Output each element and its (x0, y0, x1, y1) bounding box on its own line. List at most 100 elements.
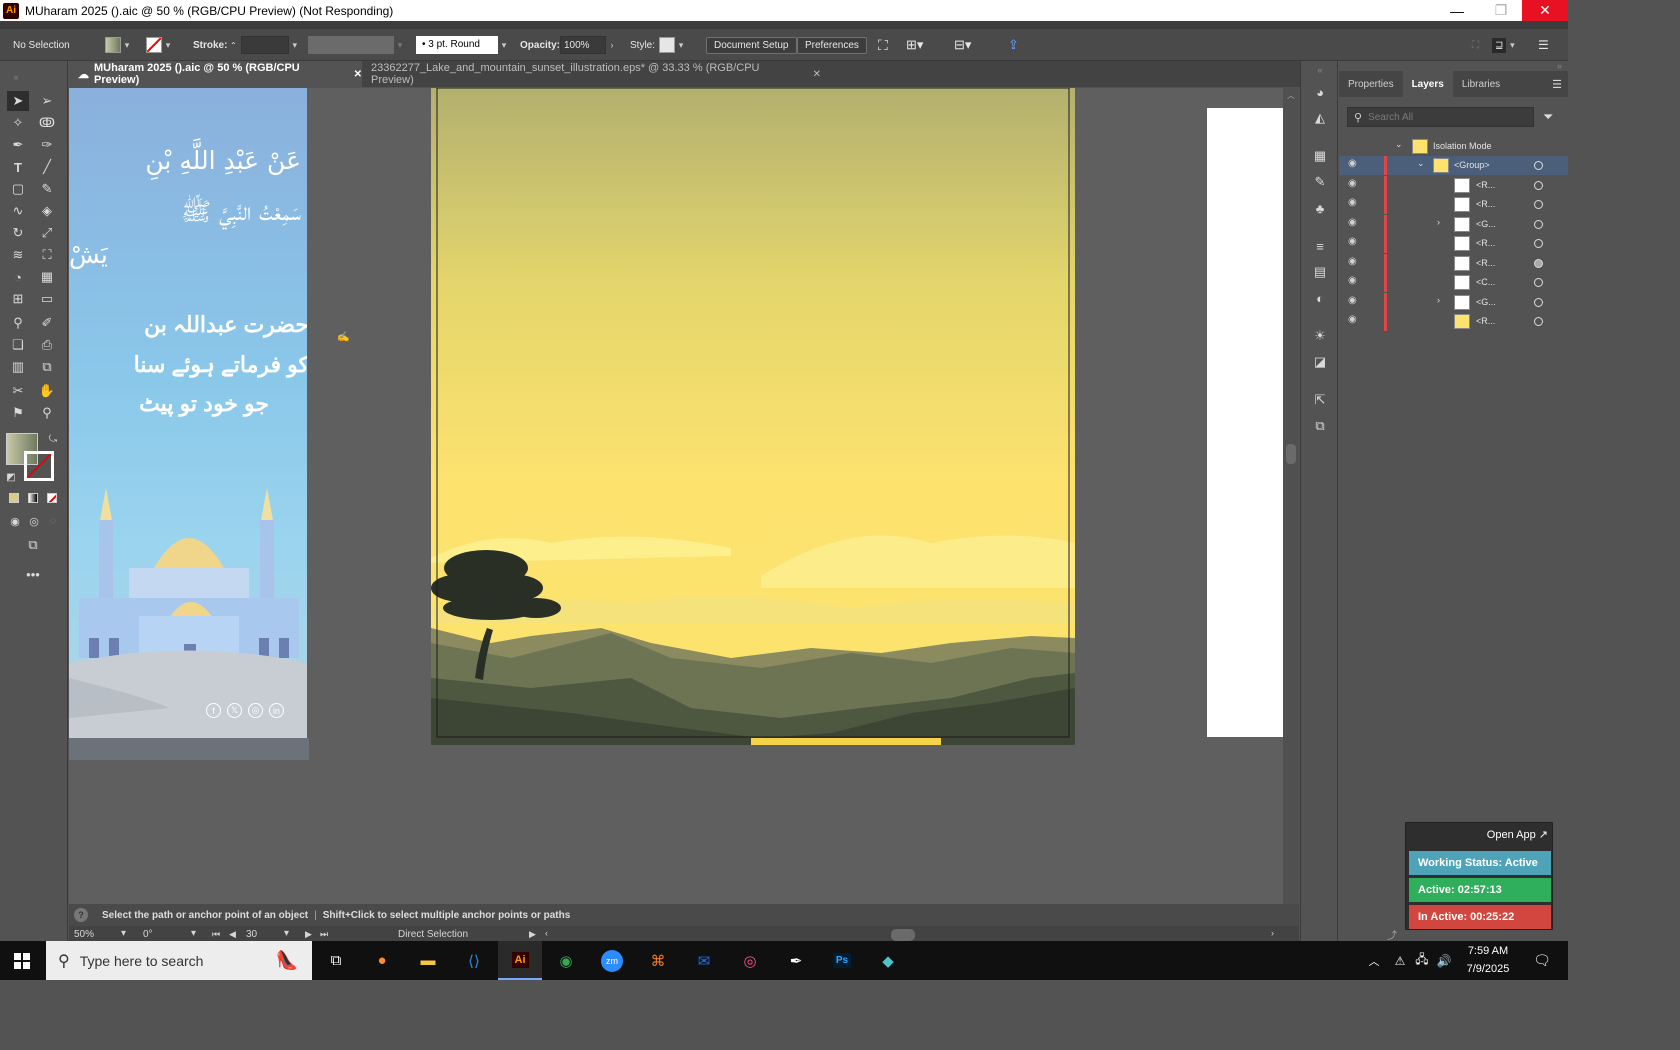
network-icon[interactable]: 🖧 (1412, 941, 1432, 980)
none-mode-icon[interactable] (47, 493, 57, 503)
more-tools-icon[interactable]: ••• (22, 564, 44, 584)
symbols-icon[interactable]: ♣ (1310, 199, 1330, 217)
share-icon[interactable]: ⇪ (1008, 29, 1019, 61)
symbol-sprayer-tool-icon[interactable]: ⎙ (36, 335, 58, 355)
draw-inside-icon[interactable]: ◌ (42, 511, 64, 531)
file-explorer-icon[interactable]: ▬ (406, 941, 450, 980)
layer-row[interactable]: ◉ ⌄ <Group> (1339, 156, 1568, 175)
target-circle-icon[interactable] (1534, 220, 1543, 229)
magic-wand-tool-icon[interactable]: ✧ (7, 113, 29, 133)
collapse-icon[interactable]: « (1310, 61, 1330, 79)
direct-selection-tool-icon[interactable]: ➢ (36, 91, 58, 111)
opacity-value[interactable]: 100% (560, 36, 606, 54)
task-view-icon[interactable]: ⧉ (314, 941, 358, 980)
close-tab-icon[interactable]: ✕ (354, 69, 362, 80)
sunset-illustration[interactable] (431, 88, 1075, 745)
target-circle-icon[interactable] (1534, 161, 1543, 170)
chevron-down-icon[interactable]: ▾ (675, 40, 687, 51)
chevron-down-icon[interactable]: ▾ (162, 40, 174, 51)
close-tab-icon[interactable]: ✕ (813, 69, 821, 80)
target-circle-icon[interactable] (1534, 317, 1543, 326)
stroke-panel-icon[interactable]: ≡ (1310, 237, 1330, 255)
default-colors-icon[interactable]: ◩ (0, 467, 22, 487)
selection-tool-icon[interactable]: ➤ (7, 91, 29, 111)
hand-tool-icon[interactable]: ✋ (36, 381, 58, 401)
filter-icon[interactable]: ⏷ (1543, 109, 1553, 125)
prev-artboard-icon[interactable]: ◀ (229, 929, 236, 940)
visibility-eye-icon[interactable]: ◉ (1348, 295, 1357, 306)
target-circle-icon[interactable] (1534, 181, 1543, 190)
color-panel-icon[interactable]: ◕ (1310, 83, 1330, 101)
column-graph-tool-icon[interactable]: ▥ (7, 357, 29, 377)
color-mode-icon[interactable] (9, 493, 19, 503)
scale-tool-icon[interactable]: ⤢ (36, 223, 58, 243)
layers-search-input[interactable]: ⚲ Search All (1347, 107, 1534, 127)
taskbar-search-input[interactable]: ⚲ Type here to search 👠 (46, 941, 312, 980)
appearance-icon[interactable]: ☀ (1310, 327, 1330, 345)
layer-row[interactable]: ◉ <R... (1339, 234, 1568, 253)
color-guide-icon[interactable]: ◭ (1310, 109, 1330, 127)
transform-icon[interactable]: ⊟▾ (954, 29, 971, 61)
scroll-left-icon[interactable]: ‹ (545, 928, 548, 938)
gradient-mode-icon[interactable] (28, 493, 38, 503)
tab-layers[interactable]: Layers (1402, 71, 1453, 97)
volume-icon[interactable]: 🔊 (1434, 941, 1454, 980)
help-icon[interactable]: ? (74, 908, 88, 922)
scroll-up-icon[interactable]: ︿ (1287, 90, 1295, 101)
gradient-panel-icon[interactable]: ▤ (1310, 263, 1330, 281)
windows-start-icon[interactable] (0, 941, 44, 980)
zoom-icon[interactable]: zm (590, 941, 634, 980)
type-tool-icon[interactable]: T (7, 157, 29, 177)
chrome-icon[interactable]: ◉ (544, 941, 588, 980)
measure-tool-icon[interactable]: ✐ (36, 313, 58, 333)
visibility-eye-icon[interactable]: ◉ (1348, 275, 1357, 286)
firefox-icon[interactable]: ● (360, 941, 404, 980)
xampp-icon[interactable]: ⌘ (636, 941, 680, 980)
layer-row[interactable]: ◉ <R... (1339, 312, 1568, 331)
last-artboard-icon[interactable]: ⏭ (320, 929, 328, 940)
perspective-grid-tool-icon[interactable]: ▦ (36, 267, 58, 287)
workspace-icon[interactable]: ⛶ (1472, 29, 1479, 61)
rotation-field[interactable]: 0° (143, 929, 153, 940)
layer-row[interactable]: ◉ <C... (1339, 273, 1568, 292)
vscode-icon[interactable]: ⟨⟩ (452, 941, 496, 980)
visibility-eye-icon[interactable]: ◉ (1348, 314, 1357, 325)
clock-time[interactable]: 7:59 AM (1462, 945, 1514, 957)
eyedropper-tool-icon[interactable]: ⚲ (7, 313, 29, 333)
shaper-tool-icon[interactable]: ∿ (7, 201, 29, 221)
chevron-right-icon[interactable]: › (1437, 295, 1440, 305)
stroke-swatch[interactable]: ▾ (146, 29, 174, 61)
gradient-tool-icon[interactable]: ▭ (36, 289, 58, 309)
artboard-tool-icon[interactable]: ⧉ (36, 357, 58, 377)
creative-cloud-icon[interactable]: ◎ (728, 941, 772, 980)
brushes-icon[interactable]: ✎ (1310, 173, 1330, 191)
chevron-right-icon[interactable]: › (606, 40, 618, 50)
line-tool-icon[interactable]: ╱ (36, 157, 58, 177)
rectangle-tool-icon[interactable]: ▢ (7, 179, 29, 199)
chevron-down-icon[interactable]: ▾ (121, 40, 133, 51)
zoom-tool-icon[interactable]: ⚲ (36, 403, 58, 423)
screen-mode-icon[interactable]: ⧉ (22, 535, 44, 555)
isolation-mode-row[interactable]: ⌄ Isolation Mode (1339, 137, 1568, 156)
chevron-down-icon[interactable]: ⌄ (1417, 158, 1425, 169)
clock-date[interactable]: 7/9/2025 (1462, 963, 1514, 975)
panel-menu-icon[interactable]: ☰ (1552, 78, 1562, 91)
chevron-down-icon[interactable]: ▾ (289, 40, 301, 51)
curvature-tool-icon[interactable]: ✑ (36, 135, 58, 155)
warp-tool-icon[interactable]: ≋ (7, 245, 29, 265)
free-transform-tool-icon[interactable]: ⛶ (36, 245, 58, 265)
shape-builder-tool-icon[interactable]: ◔ (7, 267, 29, 287)
pen-app-icon[interactable]: ✒ (774, 941, 818, 980)
export-for-screens-icon[interactable]: ⤴ (1387, 927, 1397, 942)
tab-properties[interactable]: Properties (1339, 71, 1403, 97)
menu-icon[interactable]: ☰ (1538, 29, 1549, 61)
graphic-styles-icon[interactable]: ◪ (1310, 353, 1330, 371)
white-artboard[interactable] (1207, 108, 1283, 737)
zoom-field[interactable]: 50% (74, 929, 94, 940)
tab-libraries[interactable]: Libraries (1453, 71, 1509, 97)
transparency-icon[interactable]: ◐ (1310, 289, 1330, 307)
opacity-field[interactable]: 100% › (560, 29, 618, 61)
blend-tool-icon[interactable]: ❏ (7, 335, 29, 355)
chevron-down-icon[interactable]: ▾ (498, 40, 510, 51)
visibility-eye-icon[interactable]: ◉ (1348, 197, 1357, 208)
